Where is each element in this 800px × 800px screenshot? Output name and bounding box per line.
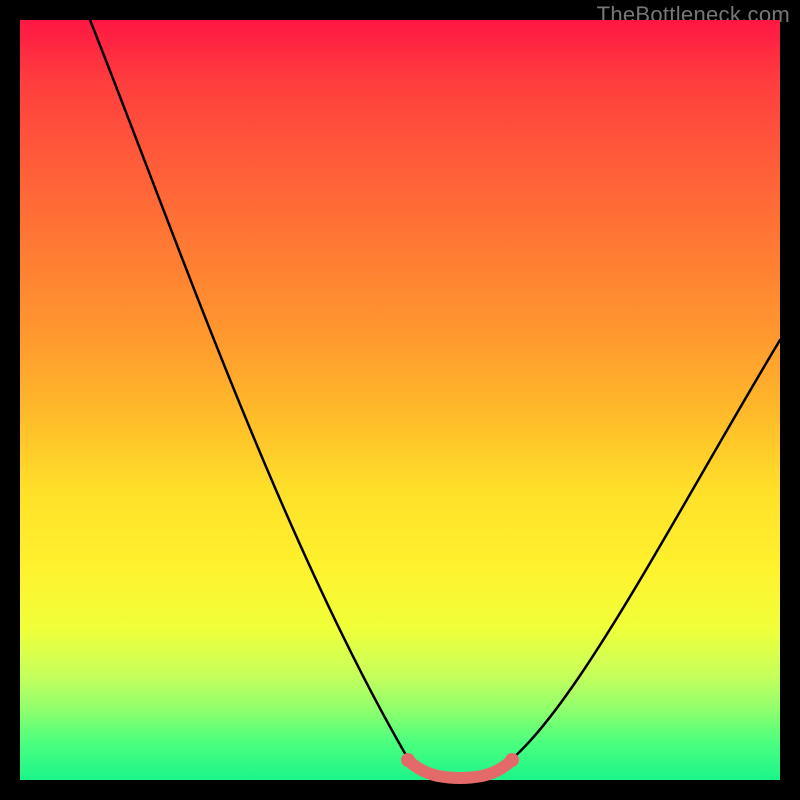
curve-layer bbox=[20, 20, 780, 780]
chart-frame: TheBottleneck.com bbox=[0, 0, 800, 800]
optimal-zone-highlight bbox=[408, 760, 512, 778]
optimal-zone-start-dot bbox=[401, 753, 415, 767]
gradient-plot-area bbox=[20, 20, 780, 780]
optimal-zone-end-dot bbox=[505, 753, 519, 767]
bottleneck-curve-line bbox=[90, 20, 780, 778]
